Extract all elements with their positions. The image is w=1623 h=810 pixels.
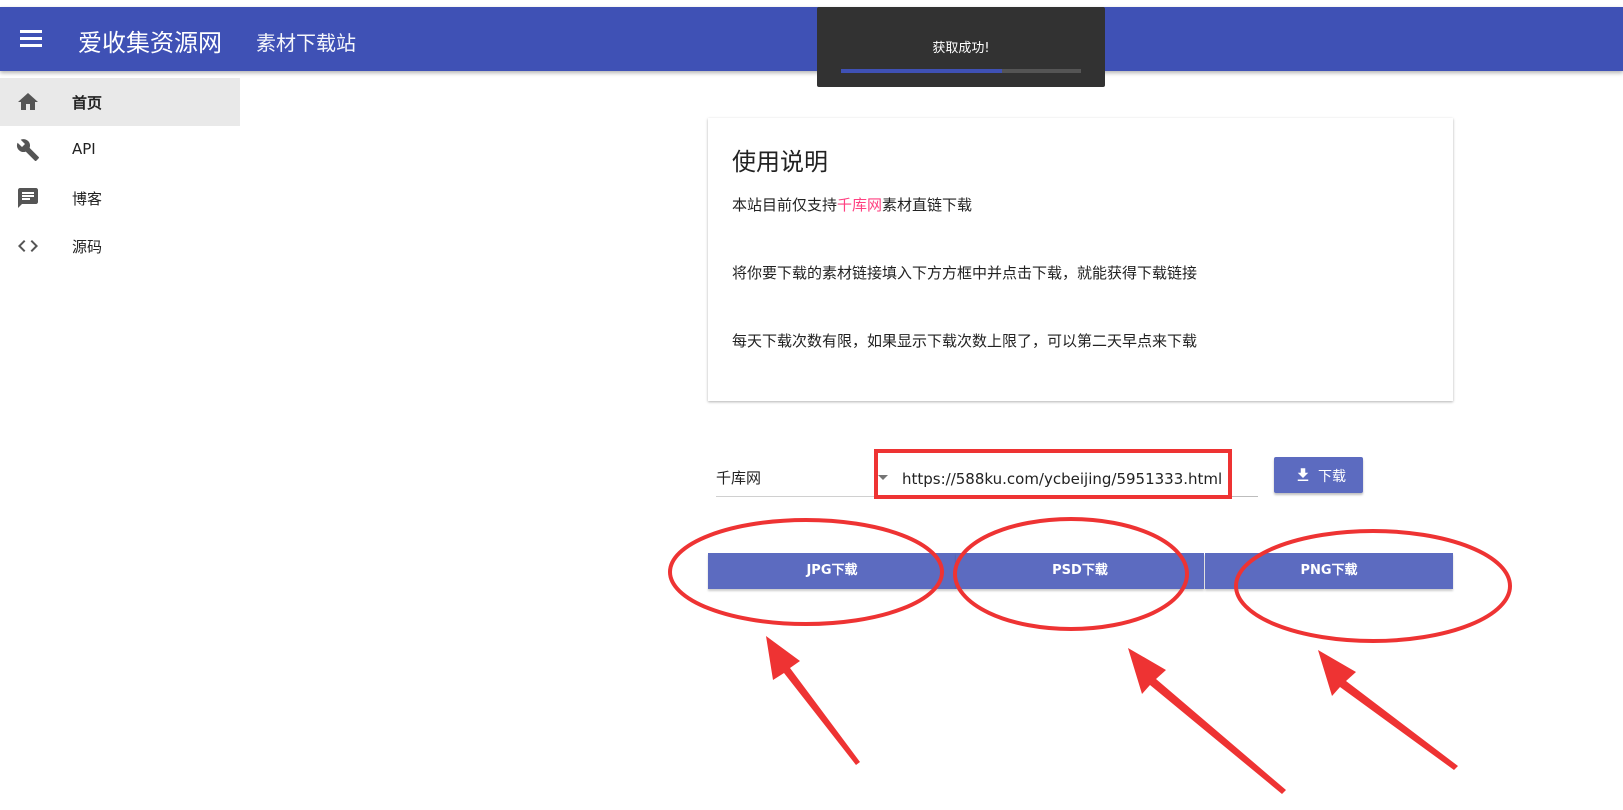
instruction-line-1: 本站目前仅支持千库网素材直链下载 <box>732 193 1429 217</box>
page-subtitle: 素材下载站 <box>256 31 356 55</box>
toast-progress-fill <box>841 69 1002 73</box>
toast-progress-track <box>841 69 1081 73</box>
instruction-text: 素材直链下载 <box>882 196 973 214</box>
download-icon <box>1297 468 1309 481</box>
menu-icon[interactable] <box>18 27 44 51</box>
url-input[interactable] <box>902 461 1258 497</box>
sidebar-item-label: 首页 <box>72 94 103 112</box>
sidebar-item-label: 源码 <box>72 238 103 256</box>
instruction-line-3: 每天下载次数有限，如果显示下载次数上限了，可以第二天早点来下载 <box>732 332 1198 350</box>
instruction-line-2: 将你要下载的素材链接填入下方方框中并点击下载，就能获得下载链接 <box>732 264 1198 282</box>
brand-title[interactable]: 爱收集资源网 <box>78 23 222 58</box>
caret-down-icon <box>878 475 888 480</box>
site-select[interactable]: 千库网 <box>716 461 888 497</box>
psd-download-button[interactable]: PSD下载 <box>956 553 1204 589</box>
instruction-text: 本站目前仅支持 <box>732 196 838 214</box>
sidebar-item-api[interactable]: API <box>0 126 240 174</box>
wrench-icon <box>16 139 39 161</box>
comment-icon <box>18 188 38 208</box>
png-download-button[interactable]: PNG下载 <box>1205 553 1453 589</box>
sidebar-item-source[interactable]: 源码 <box>0 222 240 270</box>
app-bar: 爱收集资源网 素材下载站 <box>0 7 1623 71</box>
jpg-download-button[interactable]: JPG下载 <box>708 553 956 589</box>
success-toast: 获取成功! <box>817 7 1105 87</box>
home-icon <box>18 93 38 110</box>
sidebar-item-label: API <box>72 140 96 158</box>
arrow-icon <box>766 636 860 765</box>
download-form: 千库网 下载 <box>708 455 1453 505</box>
arrow-icon <box>1128 648 1286 794</box>
format-buttons: JPG下载 PSD下载 PNG下载 <box>708 553 1453 589</box>
site-select-value: 千库网 <box>716 469 762 487</box>
download-button[interactable]: 下载 <box>1274 457 1363 493</box>
arrow-marks <box>766 636 1458 794</box>
download-button-label: 下载 <box>1318 469 1346 485</box>
sidebar-item-label: 博客 <box>72 190 103 208</box>
card-title: 使用说明 <box>732 148 828 176</box>
arrow-icon <box>1318 650 1458 770</box>
sidebar-item-blog[interactable]: 博客 <box>0 174 240 222</box>
instructions-card: 使用说明 本站目前仅支持千库网素材直链下载 将你要下载的素材链接填入下方方框中并… <box>708 118 1453 401</box>
code-icon <box>18 240 38 252</box>
site-highlight: 千库网 <box>837 196 883 214</box>
sidebar-item-home[interactable]: 首页 <box>0 78 240 126</box>
sidebar: 首页 API 博客 源码 <box>0 78 240 270</box>
toast-message: 获取成功! <box>932 41 990 56</box>
